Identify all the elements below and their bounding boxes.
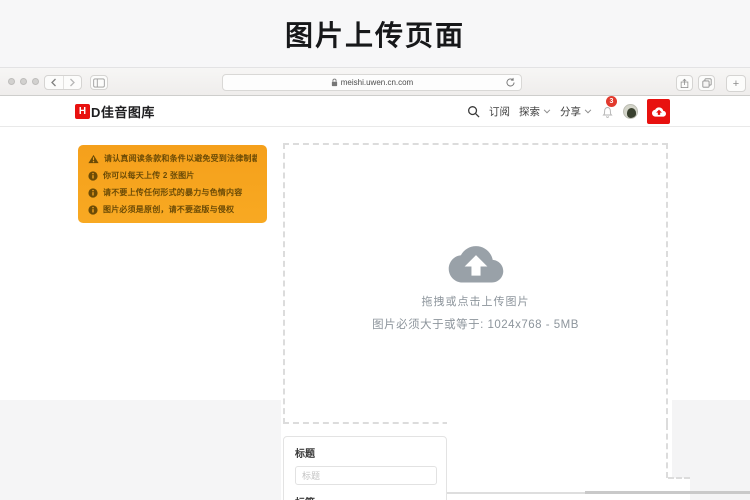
nav-explore[interactable]: 探索 [519, 104, 551, 119]
plus-icon: + [732, 77, 740, 90]
nav-share-label: 分享 [560, 106, 581, 118]
upload-form-card: 标题 标签 [283, 436, 447, 500]
notifications-button[interactable]: 3 [601, 95, 617, 119]
reload-button[interactable] [505, 77, 516, 88]
reload-icon [506, 77, 515, 87]
chevron-down-icon [543, 109, 551, 114]
alert-row: 请不要上传任何形式的暴力与色情内容 [88, 184, 257, 201]
upload-dropzone[interactable]: 拖拽或点击上传图片 图片必须大于或等于: 1024x768 - 5MB [283, 143, 668, 424]
info-icon [88, 170, 98, 181]
back-button[interactable] [45, 76, 63, 89]
title-label: 标题 [295, 449, 315, 460]
sidebar-icon [93, 78, 105, 87]
alert-text: 你可以每天上传 2 张图片 [103, 171, 195, 180]
browser-chrome: meishi.uwen.cn.com + [0, 68, 750, 96]
tabs-button[interactable] [698, 75, 715, 91]
new-tab-button[interactable]: + [726, 75, 746, 92]
nav-subscribe[interactable]: 订阅 [489, 104, 510, 119]
header-nav: 订阅 探索 分享 3 [467, 95, 670, 127]
upload-rules-alert: 请认真阅读条款和条件以避免受到法律制裁 你可以每天上传 2 张图片 请不要上传任… [78, 145, 267, 223]
back-forward-buttons [44, 75, 82, 90]
info-icon [88, 204, 98, 215]
window-zoom-button[interactable] [32, 78, 39, 85]
chevron-down-icon [584, 109, 592, 114]
alert-text: 请不要上传任何形式的暴力与色情内容 [103, 188, 243, 197]
window-close-button[interactable] [8, 78, 15, 85]
seam-line [430, 492, 585, 494]
address-bar[interactable]: meishi.uwen.cn.com [222, 74, 522, 91]
lock-icon [331, 78, 337, 87]
alert-text: 请认真阅读条款和条件以避免受到法律制裁 [104, 154, 257, 163]
background-shade [690, 478, 750, 500]
window-minimize-button[interactable] [20, 78, 27, 85]
nav-explore-label: 探索 [519, 106, 540, 118]
main-content: 请认真阅读条款和条件以避免受到法律制裁 你可以每天上传 2 张图片 请不要上传任… [0, 127, 750, 500]
search-icon [468, 106, 480, 118]
back-icon [51, 78, 57, 87]
page-title: 图片上传页面 [284, 19, 465, 51]
forward-icon [69, 78, 75, 87]
seam-line [585, 491, 750, 494]
bell-icon [602, 106, 613, 118]
upload-button[interactable] [647, 99, 670, 124]
screen: 图片上传页面 meishi.uwen.cn.com + H D佳音图库 订阅 探… [0, 0, 750, 500]
site-logo[interactable]: H D佳音图库 [75, 96, 155, 127]
background-shade [672, 400, 750, 478]
dashed-border-fragment [666, 424, 668, 478]
alert-text: 图片必须是原创，请不要盗版与侵权 [103, 205, 235, 214]
url-text: meishi.uwen.cn.com [340, 78, 414, 87]
forward-button[interactable] [62, 76, 82, 89]
info-icon [88, 187, 98, 198]
tags-label: 标签 [295, 494, 435, 500]
logo-badge: H [75, 104, 90, 119]
logo-text: D佳音图库 [91, 105, 155, 120]
warning-icon [88, 154, 99, 164]
search-button[interactable] [467, 105, 480, 118]
cloud-upload-icon [651, 106, 666, 117]
nav-subscribe-label: 订阅 [489, 106, 510, 118]
avatar[interactable] [623, 104, 638, 119]
dashed-border-fragment [668, 477, 690, 479]
title-input[interactable] [295, 466, 437, 485]
alert-row: 你可以每天上传 2 张图片 [88, 167, 257, 184]
stitch-seam [447, 421, 666, 431]
share-button[interactable] [676, 75, 693, 91]
dropzone-hint: 拖拽或点击上传图片 [421, 296, 530, 308]
tabs-icon [701, 78, 712, 88]
background-shade [0, 400, 281, 500]
nav-share[interactable]: 分享 [560, 104, 592, 119]
dropzone-requirements: 图片必须大于或等于: 1024x768 - 5MB [372, 319, 579, 331]
alert-row: 请认真阅读条款和条件以避免受到法律制裁 [88, 150, 257, 167]
page-title-band: 图片上传页面 [0, 0, 750, 68]
alert-row: 图片必须是原创，请不要盗版与侵权 [88, 201, 257, 218]
cloud-upload-icon-large [448, 246, 503, 283]
share-icon [680, 78, 689, 88]
site-header: H D佳音图库 订阅 探索 分享 3 [0, 95, 750, 127]
notification-badge: 3 [606, 95, 617, 107]
window-controls [8, 78, 39, 85]
sidebar-toggle-button[interactable] [90, 75, 108, 90]
